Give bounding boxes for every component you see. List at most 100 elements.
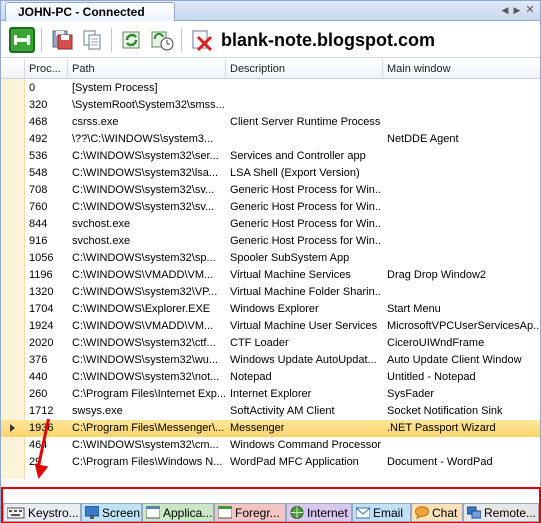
cell-path: C:\WINDOWS\Explorer.EXE	[72, 303, 211, 315]
cell-path: svchost.exe	[72, 218, 131, 230]
cell-description: Notepad	[230, 371, 272, 383]
cell-pid: 916	[29, 235, 48, 247]
cell-pid: 0	[29, 82, 36, 94]
table-row[interactable]: 320 \SystemRoot\System32\smss...	[1, 97, 540, 114]
connect-icon[interactable]	[9, 27, 35, 53]
tab-remote[interactable]: Remote...	[463, 503, 539, 522]
header-pid[interactable]: Proc...	[25, 59, 68, 79]
window-icon	[145, 505, 161, 519]
table-row[interactable]: 492 \??\C:\WINDOWS\system3... NetDDE Agent	[1, 131, 540, 148]
tab-foreground[interactable]: Foregr...	[214, 503, 286, 522]
header-row-selector	[1, 59, 25, 79]
process-grid: Proc... Path Description Main window 0 [S…	[1, 59, 540, 479]
refresh-icon[interactable]	[119, 27, 145, 53]
table-row[interactable]: 1196 C:\WINDOWS\VMADD\VM... Virtual Machin…	[1, 267, 540, 284]
header-description[interactable]: Description	[226, 59, 383, 79]
cell-pid: 536	[29, 150, 48, 162]
tab-scroll-right-icon[interactable]: ▶	[511, 4, 523, 17]
table-row[interactable]: 464 C:\WINDOWS\system32\cm... Windows Comm…	[1, 437, 540, 454]
table-row[interactable]: 760 C:\WINDOWS\system32\sv... Generic Host…	[1, 199, 540, 216]
cell-main-window: CiceroUIWndFrame	[387, 337, 485, 349]
cell-main-window: SysFader	[387, 388, 435, 400]
cell-path: C:\Program Files\Windows N...	[72, 456, 223, 468]
current-row-indicator-icon	[10, 424, 15, 432]
cell-path: C:\WINDOWS\system32\VP...	[72, 286, 218, 298]
annotation-arrow-head	[31, 463, 49, 481]
tab-scroll-left-icon[interactable]: ◀	[499, 4, 511, 17]
cell-description: Virtual Machine Folder Sharin...	[230, 286, 382, 298]
delete-icon[interactable]	[189, 27, 215, 53]
cell-path: C:\WINDOWS\system32\sv...	[72, 184, 215, 196]
tab-label: Foregr...	[235, 506, 280, 520]
table-row[interactable]: 1924 C:\WINDOWS\VMADD\VM... Virtual Machin…	[1, 318, 540, 335]
copy-icon[interactable]	[79, 27, 105, 53]
cell-path: \??\C:\WINDOWS\system3...	[72, 133, 214, 145]
tab-keystrokes[interactable]: Keystro...	[3, 503, 81, 522]
cell-pid: 440	[29, 371, 48, 383]
table-row[interactable]: 29 C:\Program Files\Windows N... WordPad M…	[1, 454, 540, 471]
table-row[interactable]: 1936 C:\Program Files\Messenger\... Messen…	[1, 420, 540, 437]
tab-title: JOHN-PC - Connected	[18, 5, 145, 19]
tab-strip: JOHN-PC - Connected ◀ ▶ ✕	[1, 1, 540, 21]
cell-description: Generic Host Process for Win...	[230, 184, 382, 196]
cell-description: Generic Host Process for Win...	[230, 235, 382, 247]
cell-description	[226, 80, 382, 97]
cell-path: C:\WINDOWS\VMADD\VM...	[72, 269, 214, 281]
table-row[interactable]: 1320 C:\WINDOWS\system32\VP... Virtual Mac…	[1, 284, 540, 301]
table-row[interactable]: 260 C:\Program Files\Internet Exp... Inter…	[1, 386, 540, 403]
table-row[interactable]: 440 C:\WINDOWS\system32\not... Notepad Unti…	[1, 369, 540, 386]
main-window: JOHN-PC - Connected ◀ ▶ ✕ blank-note.blo…	[0, 0, 541, 523]
tab-applications[interactable]: Applica...	[142, 503, 214, 522]
table-row[interactable]: 2020 C:\WINDOWS\system32\ctf... CTF Loader…	[1, 335, 540, 352]
tab-internet[interactable]: Internet	[286, 503, 352, 522]
remote-computer-icon	[466, 506, 482, 519]
table-row[interactable]: 548 C:\WINDOWS\system32\lsa... LSA Shell (…	[1, 165, 540, 182]
tab-label: Chat	[432, 506, 458, 520]
refresh-schedule-icon[interactable]	[149, 27, 175, 53]
cell-path: C:\Program Files\Messenger\...	[72, 422, 225, 434]
cell-path: C:\Program Files\Internet Exp...	[72, 388, 225, 400]
tab-connection[interactable]: JOHN-PC - Connected	[5, 2, 175, 21]
header-main-window[interactable]: Main window	[383, 59, 540, 79]
cell-path: C:\WINDOWS\system32\lsa...	[72, 167, 219, 179]
cell-path: [System Process]	[72, 82, 158, 94]
cell-path: \SystemRoot\System32\smss...	[72, 99, 225, 111]
cell-main-window	[383, 233, 540, 250]
header-path[interactable]: Path	[68, 59, 226, 79]
cell-path: C:\WINDOWS\VMADD\VM...	[72, 320, 214, 332]
globe-icon	[290, 506, 304, 519]
cell-pid: 548	[29, 167, 48, 179]
table-row[interactable]: 376 C:\WINDOWS\system32\wu... Windows Upda…	[1, 352, 540, 369]
tab-close-icon[interactable]: ✕	[524, 4, 536, 17]
tab-label: Keystro...	[28, 506, 79, 520]
table-row[interactable]: 1056 C:\WINDOWS\system32\sp... Spooler Sub…	[1, 250, 540, 267]
cell-description: Windows Command Processor	[230, 439, 381, 451]
cell-path: swsys.exe	[72, 405, 123, 417]
cell-description: Virtual Machine Services	[230, 269, 351, 281]
cell-description: Windows Update AutoUpdat...	[230, 354, 377, 366]
cell-main-window: NetDDE Agent	[387, 133, 459, 145]
table-row[interactable]: 536 C:\WINDOWS\system32\ser... Services an…	[1, 148, 540, 165]
cell-path: svchost.exe	[72, 235, 131, 247]
cell-description: Generic Host Process for Win...	[230, 218, 382, 230]
tab-email[interactable]: Email	[352, 503, 411, 522]
tab-screen[interactable]: Screen	[81, 503, 142, 522]
table-row[interactable]: 468 csrss.exe Client Server Runtime Proces…	[1, 114, 540, 131]
save-icon[interactable]	[49, 27, 75, 53]
table-row[interactable]: 0 [System Process]	[1, 80, 540, 97]
tab-chat[interactable]: Chat	[411, 503, 463, 522]
table-row[interactable]: 1712 swsys.exe SoftActivity AM Client Socke…	[1, 403, 540, 420]
table-row[interactable]: 708 C:\WINDOWS\system32\sv... Generic Host…	[1, 182, 540, 199]
toolbar-separator	[41, 28, 42, 52]
cell-main-window: .NET Passport Wizard	[387, 422, 496, 434]
toolbar-separator	[111, 28, 112, 52]
cell-description: WordPad MFC Application	[230, 456, 359, 468]
table-row[interactable]: 916 svchost.exe Generic Host Process for W…	[1, 233, 540, 250]
table-row[interactable]: 844 svchost.exe Generic Host Process for W…	[1, 216, 540, 233]
cell-description: Virtual Machine User Services	[230, 320, 378, 332]
cell-pid: 376	[29, 354, 48, 366]
cell-description: Client Server Runtime Process	[230, 116, 381, 128]
cell-pid: 760	[29, 201, 48, 213]
cell-main-window: Start Menu	[387, 303, 441, 315]
table-row[interactable]: 1704 C:\WINDOWS\Explorer.EXE Windows Explo…	[1, 301, 540, 318]
